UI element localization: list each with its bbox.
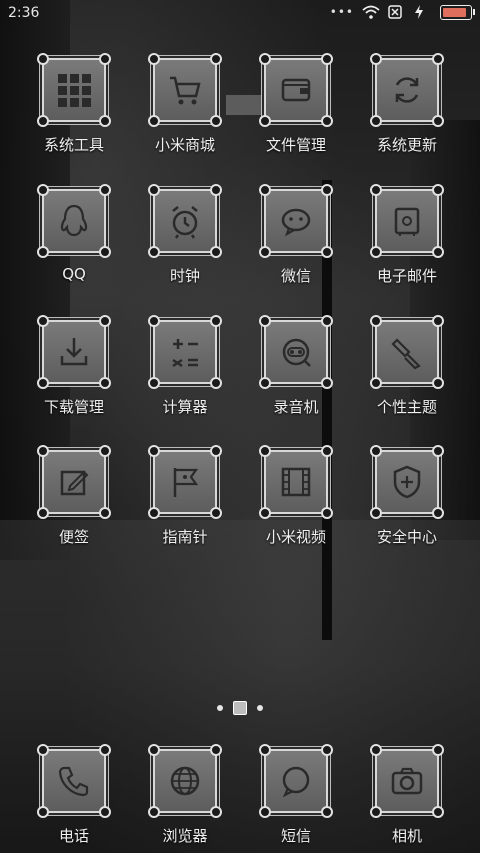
camera-icon: [391, 767, 423, 795]
app-label: 系统更新: [376, 136, 437, 154]
dock-phone[interactable]: 电话: [19, 744, 129, 846]
app-label: 系统工具: [43, 136, 104, 154]
app-icon-tile: [148, 445, 222, 519]
app-icon-tile: [259, 53, 333, 127]
app-label: 电子邮件: [376, 267, 437, 285]
film-icon: [281, 467, 311, 497]
app-qq[interactable]: QQ: [19, 184, 129, 283]
app-label: 时钟: [169, 267, 200, 285]
app-label: 便签: [58, 528, 89, 546]
more-dots-icon: •••: [329, 5, 354, 19]
app-themes[interactable]: 个性主题: [352, 315, 462, 417]
app-label: QQ: [62, 265, 86, 283]
app-label: 微信: [280, 267, 311, 285]
app-mi-store[interactable]: 小米商城: [130, 53, 240, 155]
compass-flag-icon: [173, 468, 199, 497]
page-dot-active[interactable]: [233, 701, 247, 715]
page-dot[interactable]: [217, 705, 223, 711]
dock-camera[interactable]: 相机: [352, 744, 462, 846]
app-label: 计算器: [162, 398, 208, 416]
phone-icon: [58, 766, 89, 797]
grid-icon: [58, 74, 91, 107]
app-download-manager[interactable]: 下载管理: [19, 315, 129, 417]
penguin-icon: [60, 204, 88, 237]
app-mi-video[interactable]: 小米视频: [241, 445, 351, 547]
status-time: 2:36: [8, 5, 40, 21]
app-icon-tile: [37, 744, 111, 818]
download-icon: [60, 338, 88, 366]
app-security-center[interactable]: 安全中心: [352, 445, 462, 547]
app-icon-tile: [148, 184, 222, 258]
battery-level: [443, 7, 466, 17]
app-calculator[interactable]: 计算器: [130, 315, 240, 417]
dock-browser[interactable]: 浏览器: [130, 744, 240, 846]
chat-bubble-icon: [281, 208, 311, 237]
status-icons: •••: [329, 4, 475, 20]
shield-icon: [393, 465, 421, 499]
message-icon: [282, 766, 310, 798]
wallet-icon: [281, 78, 311, 102]
battery-icon: [440, 4, 475, 20]
app-label: 浏览器: [162, 827, 208, 845]
app-icon-tile: [148, 315, 222, 389]
charging-icon: [414, 4, 432, 20]
app-label: 个性主题: [376, 398, 437, 416]
app-icon-tile: [370, 744, 444, 818]
app-icon-tile: [259, 744, 333, 818]
status-bar: 2:36 •••: [0, 0, 480, 28]
page-dot[interactable]: [257, 705, 263, 711]
app-recorder[interactable]: 录音机: [241, 315, 351, 417]
recorder-icon: [282, 338, 311, 367]
app-icon-tile: [148, 53, 222, 127]
app-icon-tile: [259, 445, 333, 519]
notepad-icon: [60, 470, 89, 496]
wifi-icon: [362, 4, 380, 20]
app-label: 录音机: [273, 398, 319, 416]
app-label: 文件管理: [265, 136, 326, 154]
app-icon-tile: [370, 315, 444, 389]
app-notes[interactable]: 便签: [19, 445, 129, 547]
alarm-clock-icon: [172, 206, 198, 239]
app-icon-tile: [37, 445, 111, 519]
app-label: 小米商城: [154, 136, 215, 154]
app-icon-tile: [370, 184, 444, 258]
app-clock[interactable]: 时钟: [130, 184, 240, 286]
app-compass[interactable]: 指南针: [130, 445, 240, 547]
app-icon-tile: [259, 184, 333, 258]
app-label: 安全中心: [376, 528, 437, 546]
app-label: 相机: [391, 827, 422, 845]
app-label: 短信: [280, 827, 311, 845]
mail-safe-icon: [394, 207, 420, 236]
app-label: 小米视频: [265, 528, 326, 546]
cart-icon: [170, 76, 201, 105]
app-icon-tile: [370, 445, 444, 519]
app-icon-tile: [148, 744, 222, 818]
app-wechat[interactable]: 微信: [241, 184, 351, 286]
app-label: 指南针: [162, 528, 208, 546]
app-system-update[interactable]: 系统更新: [352, 53, 462, 155]
calculator-icon: [172, 339, 198, 368]
app-icon-tile: [370, 53, 444, 127]
app-label: 电话: [58, 827, 89, 845]
app-icon-tile: [37, 315, 111, 389]
paint-brush-icon: [391, 338, 421, 370]
app-file-manager[interactable]: 文件管理: [241, 53, 351, 155]
app-icon-tile: [259, 315, 333, 389]
page-indicator[interactable]: [0, 698, 480, 718]
app-icon-tile: [37, 53, 111, 127]
app-icon-tile: [37, 184, 111, 258]
dock-messages[interactable]: 短信: [241, 744, 351, 846]
globe-icon: [170, 766, 200, 796]
app-label: 下载管理: [43, 398, 104, 416]
app-email[interactable]: 电子邮件: [352, 184, 462, 286]
sim-disabled-icon: [388, 4, 406, 20]
app-system-tools[interactable]: 系统工具: [19, 53, 129, 155]
refresh-icon: [395, 77, 419, 103]
